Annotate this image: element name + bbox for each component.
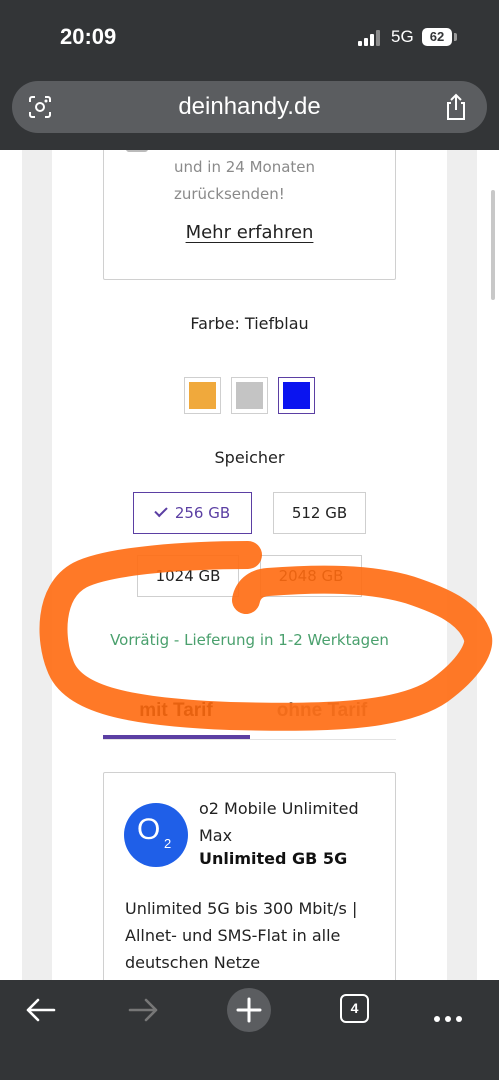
share-icon[interactable]	[444, 93, 468, 121]
network-type: 5G	[391, 27, 414, 46]
address-bar[interactable]: deinhandy.de	[12, 81, 487, 133]
learn-more-link[interactable]: Mehr erfahren	[103, 222, 396, 243]
offer-desc-line2: Allnet- und SMS-Flat in alle	[125, 926, 341, 945]
signal-icon	[358, 30, 382, 46]
offer-data-volume: Unlimited GB 5G	[199, 849, 348, 868]
more-menu-icon[interactable]	[434, 1007, 467, 1026]
storage-option-256[interactable]: 256 GB	[133, 492, 252, 534]
storage-option-label: 512 GB	[291, 504, 348, 522]
offer-desc-line3: deutschen Netze	[125, 953, 261, 972]
color-swatch-tiefblau[interactable]	[278, 377, 315, 414]
o2-logo: O 2	[124, 803, 188, 867]
storage-option-label: 256 GB	[174, 504, 231, 522]
url-text[interactable]: deinhandy.de	[12, 81, 487, 133]
availability-text: Vorrätig - Lieferung in 1-2 Werktagen	[110, 631, 389, 649]
info-text-line1: und in 24 Monaten	[174, 158, 316, 176]
offer-description: Unlimited 5G bis 300 Mbit/s | Allnet- un…	[125, 895, 385, 976]
forward-arrow-icon[interactable]	[128, 996, 160, 1024]
scrollbar[interactable]	[491, 190, 495, 300]
info-text-line2: zurücksenden!	[174, 185, 285, 203]
battery-tip	[454, 33, 457, 41]
active-tab-indicator	[103, 735, 250, 739]
battery-icon: 62	[422, 28, 452, 46]
tariff-tabs: mit Tarif ohne Tarif	[103, 696, 396, 740]
color-swatch-silver[interactable]	[231, 377, 268, 414]
storage-option-label: 2048 GB	[278, 567, 344, 585]
offer-desc-line1: Unlimited 5G bis 300 Mbit/s |	[125, 899, 358, 918]
tariff-offer-card[interactable]: O 2 o2 Mobile Unlimited Max Unlimited GB…	[103, 772, 396, 980]
browser-bottom-toolbar: 4	[0, 980, 499, 1080]
offer-name-line2: Max	[199, 826, 233, 845]
storage-option-512[interactable]: 512 GB	[273, 492, 366, 534]
web-page: und in 24 Monaten zurücksenden! Mehr erf…	[0, 150, 499, 980]
color-swatch-orange[interactable]	[184, 377, 221, 414]
o2-logo-sub: 2	[164, 836, 172, 851]
page-gutter-right	[447, 150, 477, 980]
lens-icon[interactable]	[28, 95, 52, 119]
checkbox-icon[interactable]	[126, 150, 148, 152]
tab-mit-tarif[interactable]: mit Tarif	[103, 696, 249, 726]
storage-option-label: 1024 GB	[155, 567, 221, 585]
back-arrow-icon[interactable]	[24, 996, 56, 1024]
page-gutter-left	[22, 150, 52, 980]
o2-logo-letter: O	[137, 813, 161, 846]
color-label: Farbe: Tiefblau	[190, 314, 309, 333]
tab-switcher-button[interactable]: 4	[340, 994, 369, 1023]
offer-name-line1: o2 Mobile Unlimited	[199, 799, 359, 818]
browser-top-chrome: 20:09 5G 62 deinhandy.de	[0, 0, 499, 150]
offer-name: o2 Mobile Unlimited Max	[199, 795, 389, 849]
storage-option-1024[interactable]: 1024 GB	[137, 555, 239, 597]
storage-option-2048[interactable]: 2048 GB	[260, 555, 362, 597]
status-time: 20:09	[60, 24, 117, 49]
tab-ohne-tarif[interactable]: ohne Tarif	[249, 696, 395, 726]
check-icon	[154, 503, 168, 518]
new-tab-button[interactable]	[227, 988, 271, 1032]
plus-icon	[236, 997, 262, 1023]
storage-label: Speicher	[214, 448, 285, 467]
